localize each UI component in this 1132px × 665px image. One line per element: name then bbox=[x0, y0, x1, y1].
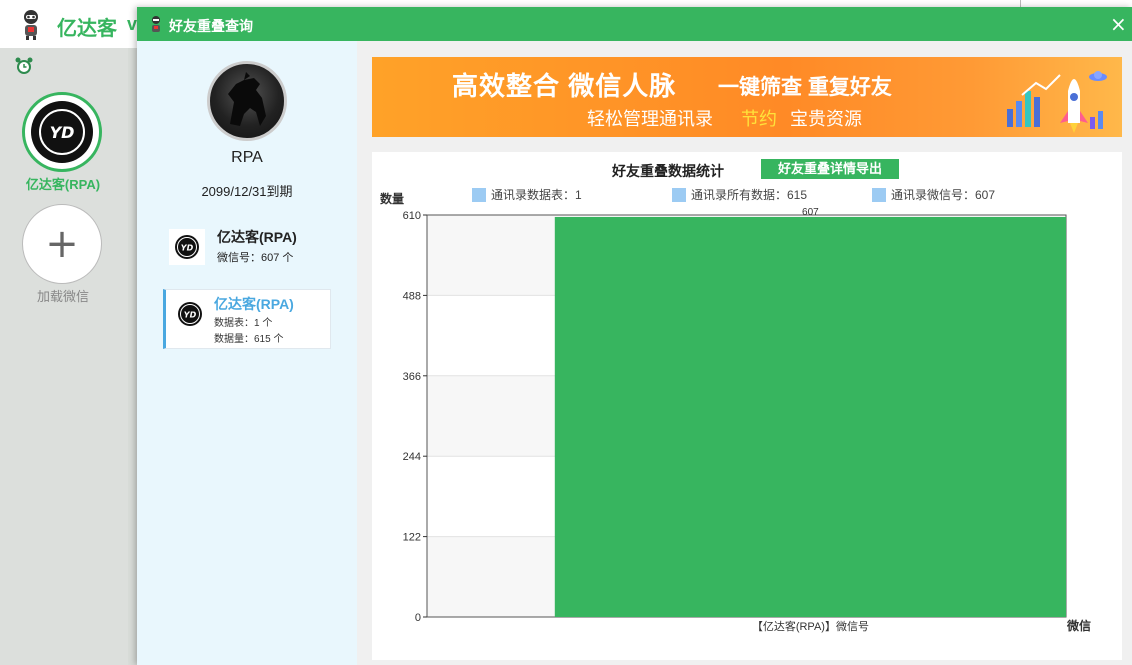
friend-overlap-dialog: 好友重叠查询 × RPA 2099/12/31到期 YD 亿达客(RPA) 微信… bbox=[137, 7, 1132, 665]
bar-value-label: 607 bbox=[802, 207, 819, 218]
app-title: 亿达客 bbox=[57, 18, 117, 40]
bar bbox=[554, 216, 1066, 617]
yd-logo-icon: YD bbox=[174, 298, 206, 330]
y-tick-label: 244 bbox=[403, 451, 421, 463]
robot-icon bbox=[152, 16, 160, 32]
banner-title: 高效整合 微信人脉 bbox=[452, 71, 677, 101]
y-tick-label: 0 bbox=[415, 612, 421, 624]
close-icon[interactable]: × bbox=[1110, 12, 1127, 36]
robot-logo-icon bbox=[24, 10, 38, 40]
banner-subtitle-end: 宝贵资源 bbox=[790, 109, 862, 129]
list-item-selected[interactable]: YD 亿达客(RPA) 数据表：1 个 数据量：615 个 bbox=[163, 289, 331, 349]
profile-expire-date: 2099/12/31到期 bbox=[201, 184, 293, 199]
x-axis-title: 微信 bbox=[1066, 618, 1091, 633]
account-avatar[interactable]: YD bbox=[22, 92, 102, 172]
add-wechat-label[interactable]: 加载微信 bbox=[0, 286, 126, 305]
svg-text:YD: YD bbox=[50, 123, 75, 142]
y-axis-title: 数量 bbox=[380, 192, 404, 206]
stats-chart-panel: 好友重叠数据统计 好友重叠详情导出 通讯录数据表：1 通讯录所有数据：615 通… bbox=[372, 152, 1122, 660]
y-tick-label: 610 bbox=[403, 210, 421, 222]
list-item-data-count: 数据量：615 个 bbox=[214, 334, 284, 345]
app-version: v bbox=[127, 14, 138, 34]
rocket-illustration-icon bbox=[1007, 71, 1107, 133]
bar-chart: 0 122 244 366 488 610 607 【亿达客(RPA)】微信号 数量微信 bbox=[380, 192, 1091, 633]
yd-logo-icon: YD bbox=[169, 229, 205, 265]
banner-highlight: 节约 bbox=[741, 109, 777, 129]
banner-subtitle: 轻松管理通讯录 bbox=[587, 109, 713, 129]
yd-logo-icon: YD bbox=[31, 101, 93, 163]
profile-name: RPA bbox=[231, 149, 263, 166]
svg-text:YD: YD bbox=[181, 244, 194, 253]
alarm-clock-icon[interactable] bbox=[14, 56, 34, 76]
promo-banner[interactable]: 高效整合 微信人脉 一键筛查 重复好友 轻松管理通讯录 节约 宝贵资源 bbox=[372, 57, 1122, 137]
y-tick-label: 488 bbox=[403, 290, 421, 302]
y-tick-label: 122 bbox=[403, 532, 421, 544]
svg-text:YD: YD bbox=[184, 311, 197, 320]
list-item-name: 亿达客(RPA) bbox=[214, 296, 294, 312]
list-item-wechat-count: 微信号：607 个 bbox=[217, 252, 294, 264]
chart-title: 好友重叠数据统计 bbox=[612, 163, 724, 179]
list-item[interactable]: YD 亿达客(RPA) 微信号：607 个 bbox=[169, 221, 339, 269]
banner-title-secondary: 一键筛查 重复好友 bbox=[718, 76, 892, 99]
account-panel: RPA 2099/12/31到期 YD 亿达客(RPA) 微信号：607 个 Y… bbox=[137, 41, 357, 665]
x-category-label: 【亿达客(RPA)】微信号 bbox=[752, 619, 869, 633]
list-item-table-count: 数据表：1 个 bbox=[214, 318, 273, 329]
dialog-titlebar: 好友重叠查询 × bbox=[137, 7, 1132, 41]
list-item-name: 亿达客(RPA) bbox=[217, 229, 297, 245]
profile-avatar bbox=[207, 61, 287, 141]
y-tick-label: 366 bbox=[403, 371, 421, 383]
account-label[interactable]: 亿达客(RPA) bbox=[0, 174, 126, 193]
export-details-button[interactable]: 好友重叠详情导出 bbox=[761, 159, 899, 179]
dialog-title: 好友重叠查询 bbox=[169, 18, 253, 34]
add-wechat-button[interactable]: + bbox=[22, 204, 102, 284]
